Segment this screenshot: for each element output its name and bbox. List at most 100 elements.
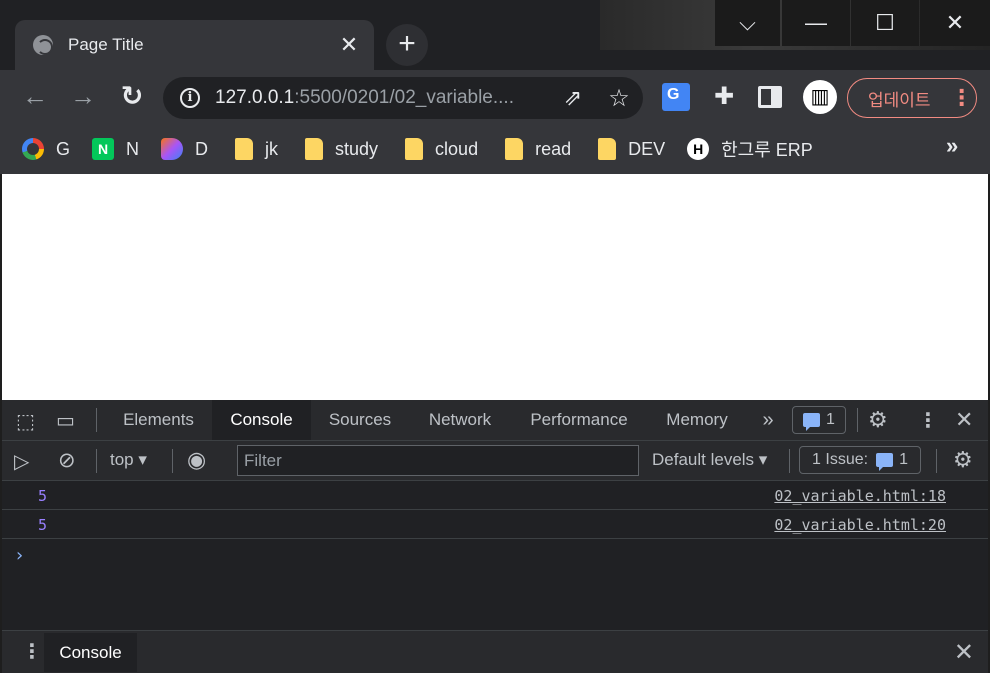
drawer-menu-icon[interactable]: ⋮ <box>22 639 42 664</box>
new-tab-button[interactable]: + <box>386 24 428 66</box>
separator <box>96 449 97 473</box>
tab-close-icon[interactable]: ✕ <box>338 34 360 56</box>
bookmark-label: read <box>535 138 572 159</box>
console-prompt[interactable]: › <box>14 545 25 566</box>
update-button[interactable]: 업데이트 ⋮ <box>847 78 977 118</box>
issue-count: 1 <box>899 451 908 468</box>
source-link[interactable]: 02_variable.html:20 <box>774 516 946 534</box>
reader-mode-icon[interactable]: ▥ <box>803 80 837 114</box>
bookmark-label: study <box>335 138 379 159</box>
bookmark-jk[interactable]: jk <box>230 134 278 164</box>
tab-memory[interactable]: Memory <box>652 400 742 440</box>
log-levels-dropdown[interactable]: Default levels ▾ <box>652 450 767 470</box>
sidebar-toggle-icon[interactable]: ▷ <box>14 449 29 474</box>
title-bar: Page Title ✕ + ⌵ — ☐ ✕ <box>0 0 990 70</box>
bookmark-read[interactable]: read <box>500 134 571 164</box>
folder-icon <box>505 138 524 160</box>
eye-icon[interactable]: ◉ <box>187 447 206 473</box>
log-value: 5 <box>38 487 48 505</box>
settings-gear-icon[interactable]: ⚙ <box>868 407 888 433</box>
devtools-drawer: ⋮ Console ✕ <box>2 630 988 673</box>
devtools-close-icon[interactable]: ✕ <box>955 407 973 433</box>
folder-icon <box>405 138 424 160</box>
url-path: :5500/0201/02_variable.... <box>294 87 514 108</box>
context-select[interactable]: top ▾ <box>110 450 147 470</box>
filter-input[interactable]: Filter <box>237 445 639 476</box>
tab-network[interactable]: Network <box>412 400 508 440</box>
issues-count: 1 <box>826 411 835 428</box>
tab-performance[interactable]: Performance <box>516 400 642 440</box>
d-app-icon <box>161 138 184 160</box>
bookmark-d[interactable]: D <box>161 134 208 164</box>
back-button[interactable]: ← <box>20 82 50 112</box>
inspect-element-icon[interactable]: ⬚ <box>16 409 35 434</box>
console-toolbar: ▷ ⊘ top ▾ ◉ Filter Default levels ▾ 1 Is… <box>2 441 988 481</box>
bookmark-g[interactable]: G <box>22 134 70 164</box>
clear-console-icon[interactable]: ⊘ <box>58 448 76 473</box>
tab-elements[interactable]: Elements <box>110 400 207 440</box>
maximize-button[interactable]: ☐ <box>851 0 919 46</box>
console-messages: 5 02_variable.html:18 5 02_variable.html… <box>2 481 988 539</box>
devtools-panel: ⬚ ▭ Elements Console Sources Network Per… <box>2 400 988 673</box>
chat-icon <box>803 413 821 431</box>
console-message: 5 02_variable.html:18 <box>2 481 988 510</box>
more-tabs-button[interactable]: » <box>754 400 782 440</box>
site-info-icon[interactable]: i <box>180 88 200 108</box>
bookmark-label: 한그루 ERP <box>721 140 813 160</box>
source-link[interactable]: 02_variable.html:18 <box>774 487 946 505</box>
bookmarks-overflow-button[interactable]: » <box>946 133 958 159</box>
separator <box>96 408 97 432</box>
bookmarks-bar: G NN D jk study cloud read DEV H 한그루 ERP <box>0 124 990 174</box>
console-message: 5 02_variable.html:20 <box>2 510 988 539</box>
side-panel-icon[interactable] <box>758 86 782 108</box>
url-host: 127.0.0.1 <box>215 87 295 108</box>
log-levels-label: Default levels <box>652 450 755 469</box>
issues-badge[interactable]: 1 <box>792 406 846 434</box>
bookmark-cloud[interactable]: cloud <box>400 134 478 164</box>
window-close-button[interactable]: ✕ <box>920 0 990 46</box>
naver-icon: N <box>92 138 115 160</box>
separator <box>936 449 937 473</box>
bookmark-label: G <box>56 138 71 159</box>
drawer-close-icon[interactable]: ✕ <box>954 638 974 667</box>
tab-sources[interactable]: Sources <box>314 400 406 440</box>
bookmark-erp[interactable]: H 한그루 ERP <box>687 134 813 164</box>
bookmark-dev[interactable]: DEV <box>593 134 665 164</box>
menu-kebab-icon[interactable]: ⋮ <box>951 85 973 111</box>
google-translate-icon[interactable] <box>662 83 690 111</box>
browser-toolbar: ← → ↻ i 127.0.0.1:5500/0201/02_variable.… <box>0 70 990 124</box>
extensions-icon[interactable]: ✚ <box>710 83 738 111</box>
separator <box>857 408 858 432</box>
tab-search-button[interactable]: ⌵ <box>715 0 780 46</box>
update-label: 업데이트 <box>868 90 931 110</box>
tab-title: Page Title <box>68 35 144 54</box>
issues-button[interactable]: 1 Issue: 1 <box>799 446 921 474</box>
globe-icon <box>33 35 53 55</box>
minimize-button[interactable]: — <box>782 0 850 46</box>
drawer-tab-console[interactable]: Console <box>44 633 137 672</box>
issue-label: 1 Issue: <box>812 451 869 468</box>
chat-icon <box>876 453 894 471</box>
console-settings-gear-icon[interactable]: ⚙ <box>953 447 973 473</box>
tab-console[interactable]: Console <box>212 400 311 440</box>
address-bar[interactable]: i 127.0.0.1:5500/0201/02_variable.... ⇗ … <box>163 77 643 119</box>
devtools-menu-icon[interactable]: ⋮ <box>918 408 938 433</box>
page-viewport[interactable] <box>2 174 988 400</box>
browser-tab[interactable]: Page Title ✕ <box>15 20 374 70</box>
forward-button[interactable]: → <box>68 82 98 112</box>
context-label: top <box>110 450 134 469</box>
google-icon <box>22 138 44 160</box>
bookmark-label: jk <box>265 138 279 159</box>
erp-icon: H <box>687 138 710 160</box>
bookmark-label: cloud <box>435 138 479 159</box>
device-toolbar-icon[interactable]: ▭ <box>56 408 75 433</box>
bookmark-study[interactable]: study <box>300 134 378 164</box>
reload-button[interactable]: ↻ <box>117 82 147 112</box>
log-value: 5 <box>38 516 48 534</box>
separator <box>789 449 790 473</box>
bookmark-n[interactable]: NN <box>92 134 139 164</box>
bookmark-label: DEV <box>628 138 666 159</box>
url-text[interactable]: 127.0.0.1:5500/0201/02_variable.... <box>215 87 545 109</box>
bookmark-star-icon[interactable]: ☆ <box>606 84 632 113</box>
share-icon[interactable]: ⇗ <box>560 85 586 111</box>
